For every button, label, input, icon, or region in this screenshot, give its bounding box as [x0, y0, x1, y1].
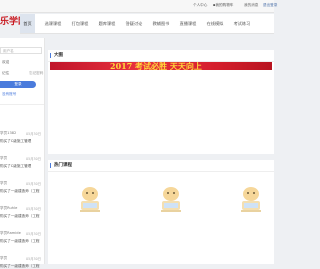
record-user: 学员Ramide [0, 231, 21, 235]
divider [0, 104, 44, 105]
main-nav: 首页 选课课程 打包课程 题库课程 答疑讨论 教辅图书 直播课程 在线模拟 考试… [20, 14, 274, 34]
site-logo[interactable]: 乐学网 [0, 16, 20, 28]
top-bar: 个人中心 ▪我的购物车 我的消息 退出登录 [0, 0, 277, 13]
panel-accent-bar [50, 53, 51, 58]
login-button[interactable]: 登录 [0, 81, 36, 88]
record-date: 05月30日 [26, 182, 41, 186]
record-course[interactable]: 购买了一级建造师（工程 [0, 264, 40, 269]
nav-item-practice[interactable]: 考试练习 [231, 14, 253, 33]
course-thumbnail-icon [241, 187, 261, 212]
record-user: 学员 [0, 156, 8, 160]
record-date: 05月30日 [26, 257, 41, 261]
course-card[interactable] [238, 186, 264, 216]
nav-item-courses[interactable]: 选课课程 [42, 14, 64, 33]
record-user: 学员 [0, 181, 8, 185]
nav-item-home[interactable]: 首页 [20, 14, 35, 33]
remember-checkbox[interactable]: 记住 [2, 71, 9, 76]
nav-item-mock-exam[interactable]: 在线模拟 [204, 14, 226, 33]
record-date: 05月30日 [26, 132, 41, 136]
panel-title: 热门课程 [54, 163, 72, 168]
nav-item-qa[interactable]: 答疑讨论 [123, 14, 145, 33]
banner-panel: 大图 2017 考试必胜 天天向上 [48, 50, 274, 154]
record-course[interactable]: 购买了一级建造师（工程 [0, 214, 40, 219]
panel-header: 大图 [48, 50, 274, 62]
course-card[interactable] [77, 186, 103, 216]
panel-title: 大图 [54, 53, 63, 58]
panel-accent-bar [50, 163, 51, 168]
record-date: 05月30日 [26, 232, 41, 236]
course-card[interactable] [158, 186, 184, 216]
sidebar: 用户名 欢迎 记住 忘记密码 登录 没有账号 学员1382 05月30日 购买了… [0, 38, 45, 268]
nav-item-bundles[interactable]: 打包课程 [69, 14, 91, 33]
user-center-link[interactable]: 个人中心 [193, 3, 207, 8]
record-course[interactable]: 购买了C级施工管理 [0, 139, 31, 144]
logout-link[interactable]: 退出登录 [263, 3, 277, 8]
cart-link[interactable]: ▪我的购物车 [213, 3, 233, 8]
record-user: 学员Ruhle [0, 206, 18, 210]
register-link[interactable]: 没有账号 [2, 92, 16, 97]
messages-link[interactable]: 我的消息 [244, 3, 258, 8]
record-user: 学员 [0, 256, 8, 260]
username-input[interactable]: 用户名 [0, 47, 42, 54]
panel-header: 热门课程 [48, 160, 274, 172]
record-course[interactable]: 购买了一级建造师（工程 [0, 189, 40, 194]
forgot-password-link[interactable]: 忘记密码 [29, 71, 43, 76]
course-thumbnail-icon [80, 187, 100, 212]
nav-item-books[interactable]: 教辅图书 [150, 14, 172, 33]
hot-courses-panel: 热门课程 [48, 160, 274, 264]
record-date: 05月30日 [26, 157, 41, 161]
record-user: 学员1382 [0, 131, 17, 135]
banner-text: 2017 考试必胜 天天向上 [110, 62, 202, 70]
record-course[interactable]: 购买了一级建造师（工程 [0, 239, 40, 244]
nav-item-live[interactable]: 直播课程 [177, 14, 199, 33]
nav-item-question-bank[interactable]: 题库课程 [96, 14, 118, 33]
record-course[interactable]: 购买了C级施工管理 [0, 164, 31, 169]
record-date: 05月30日 [26, 207, 41, 211]
welcome-text: 欢迎 [2, 60, 10, 64]
promo-banner[interactable]: 2017 考试必胜 天天向上 [50, 62, 272, 70]
course-thumbnail-icon [161, 187, 181, 212]
